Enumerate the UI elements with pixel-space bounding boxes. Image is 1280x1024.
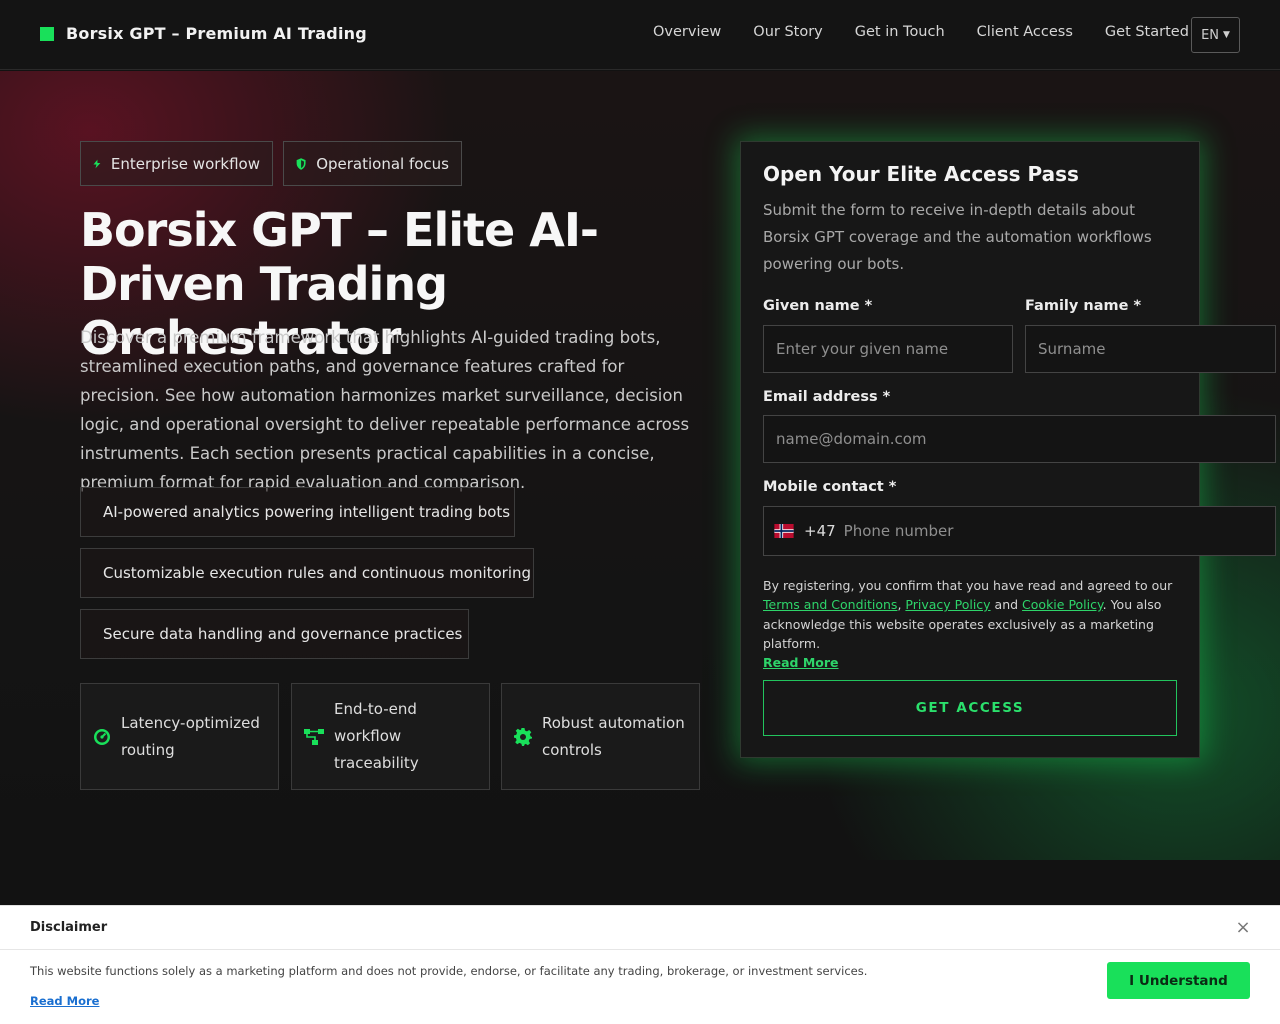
disclaimer-text: This website functions solely as a marke…	[30, 964, 868, 978]
form-subtitle: Submit the form to receive in-depth deta…	[763, 201, 1152, 273]
feature-label: Customizable execution rules and continu…	[103, 564, 532, 582]
main-nav: Overview Our Story Get in Touch Client A…	[653, 24, 1221, 40]
card-label: End-to-end workflow traceability	[334, 700, 419, 772]
hero-description: Discover a premium framework that highli…	[80, 328, 690, 492]
disclaimer-bar: Disclaimer × This website functions sole…	[0, 905, 1280, 1024]
nav-client-access[interactable]: Client Access	[977, 24, 1073, 40]
gear-icon	[514, 727, 532, 746]
nav-our-story[interactable]: Our Story	[753, 24, 822, 40]
workflow-icon	[304, 728, 324, 745]
language-code: EN	[1201, 27, 1220, 43]
hero-bottom-band	[0, 860, 1280, 905]
chevron-down-icon: ▼	[1223, 30, 1230, 40]
given-name-label: Given name *	[763, 298, 873, 314]
brand-name: Borsix GPT – Premium AI Trading	[66, 24, 367, 43]
feature-label: AI-powered analytics powering intelligen…	[103, 503, 511, 521]
top-navbar: Borsix GPT – Premium AI Trading Overview…	[0, 0, 1280, 70]
legal-prefix: By registering, you confirm that you hav…	[763, 578, 1173, 593]
bolt-icon	[93, 159, 101, 168]
disclaimer-title: Disclaimer	[30, 920, 108, 935]
family-name-input[interactable]	[1025, 325, 1276, 373]
card-label: Robust automation controls	[542, 713, 685, 759]
chip-label: Operational focus	[316, 154, 449, 173]
feature-secure-data: Secure data handling and governance prac…	[80, 609, 469, 659]
terms-link[interactable]: Terms and Conditions	[763, 597, 897, 612]
phone-input[interactable]	[843, 508, 1275, 554]
phone-field: +47	[763, 506, 1276, 556]
card-label: Latency-optimized routing	[121, 713, 260, 759]
email-label: Email address *	[763, 389, 891, 405]
close-icon[interactable]: ×	[1234, 919, 1252, 937]
feature-label: Secure data handling and governance prac…	[103, 625, 463, 643]
chip-operational-focus: Operational focus	[283, 141, 462, 186]
language-selector[interactable]: EN ▼	[1191, 17, 1240, 53]
shield-icon	[296, 157, 306, 170]
norway-flag-icon[interactable]	[774, 524, 794, 538]
gauge-icon	[94, 728, 110, 745]
i-understand-button[interactable]: I Understand	[1107, 962, 1250, 999]
nav-get-in-touch[interactable]: Get in Touch	[855, 24, 945, 40]
phone-label: Mobile contact *	[763, 479, 897, 495]
chip-enterprise-workflow: Enterprise workflow	[80, 141, 273, 186]
nav-get-started[interactable]: Get Started	[1105, 24, 1189, 40]
email-input[interactable]	[763, 415, 1276, 463]
disclaimer-read-more-link[interactable]: Read More	[30, 994, 99, 1008]
card-workflow-traceability: End-to-end workflow traceability	[291, 683, 490, 790]
legal-read-more-link[interactable]: Read More	[763, 655, 839, 670]
family-name-label: Family name *	[1025, 298, 1142, 314]
feature-ai-analytics: AI-powered analytics powering intelligen…	[80, 487, 515, 537]
card-latency-routing: Latency-optimized routing	[80, 683, 279, 790]
brand-logo-icon	[40, 26, 54, 41]
phone-country-code[interactable]: +47	[804, 522, 836, 540]
disclaimer-header: Disclaimer ×	[0, 906, 1280, 950]
feature-execution-rules: Customizable execution rules and continu…	[80, 548, 534, 598]
nav-overview[interactable]: Overview	[653, 24, 721, 40]
form-title: Open Your Elite Access Pass	[763, 162, 1079, 186]
card-automation-controls: Robust automation controls	[501, 683, 700, 790]
privacy-link[interactable]: Privacy Policy	[905, 597, 990, 612]
chip-label: Enterprise workflow	[110, 154, 260, 173]
cookie-link[interactable]: Cookie Policy	[1022, 597, 1103, 612]
brand[interactable]: Borsix GPT – Premium AI Trading	[40, 24, 367, 43]
legal-and: and	[990, 597, 1023, 613]
legal-consent-text: By registering, you confirm that you hav…	[763, 576, 1181, 672]
get-access-button[interactable]: GET ACCESS	[763, 680, 1177, 736]
given-name-input[interactable]	[763, 325, 1013, 373]
